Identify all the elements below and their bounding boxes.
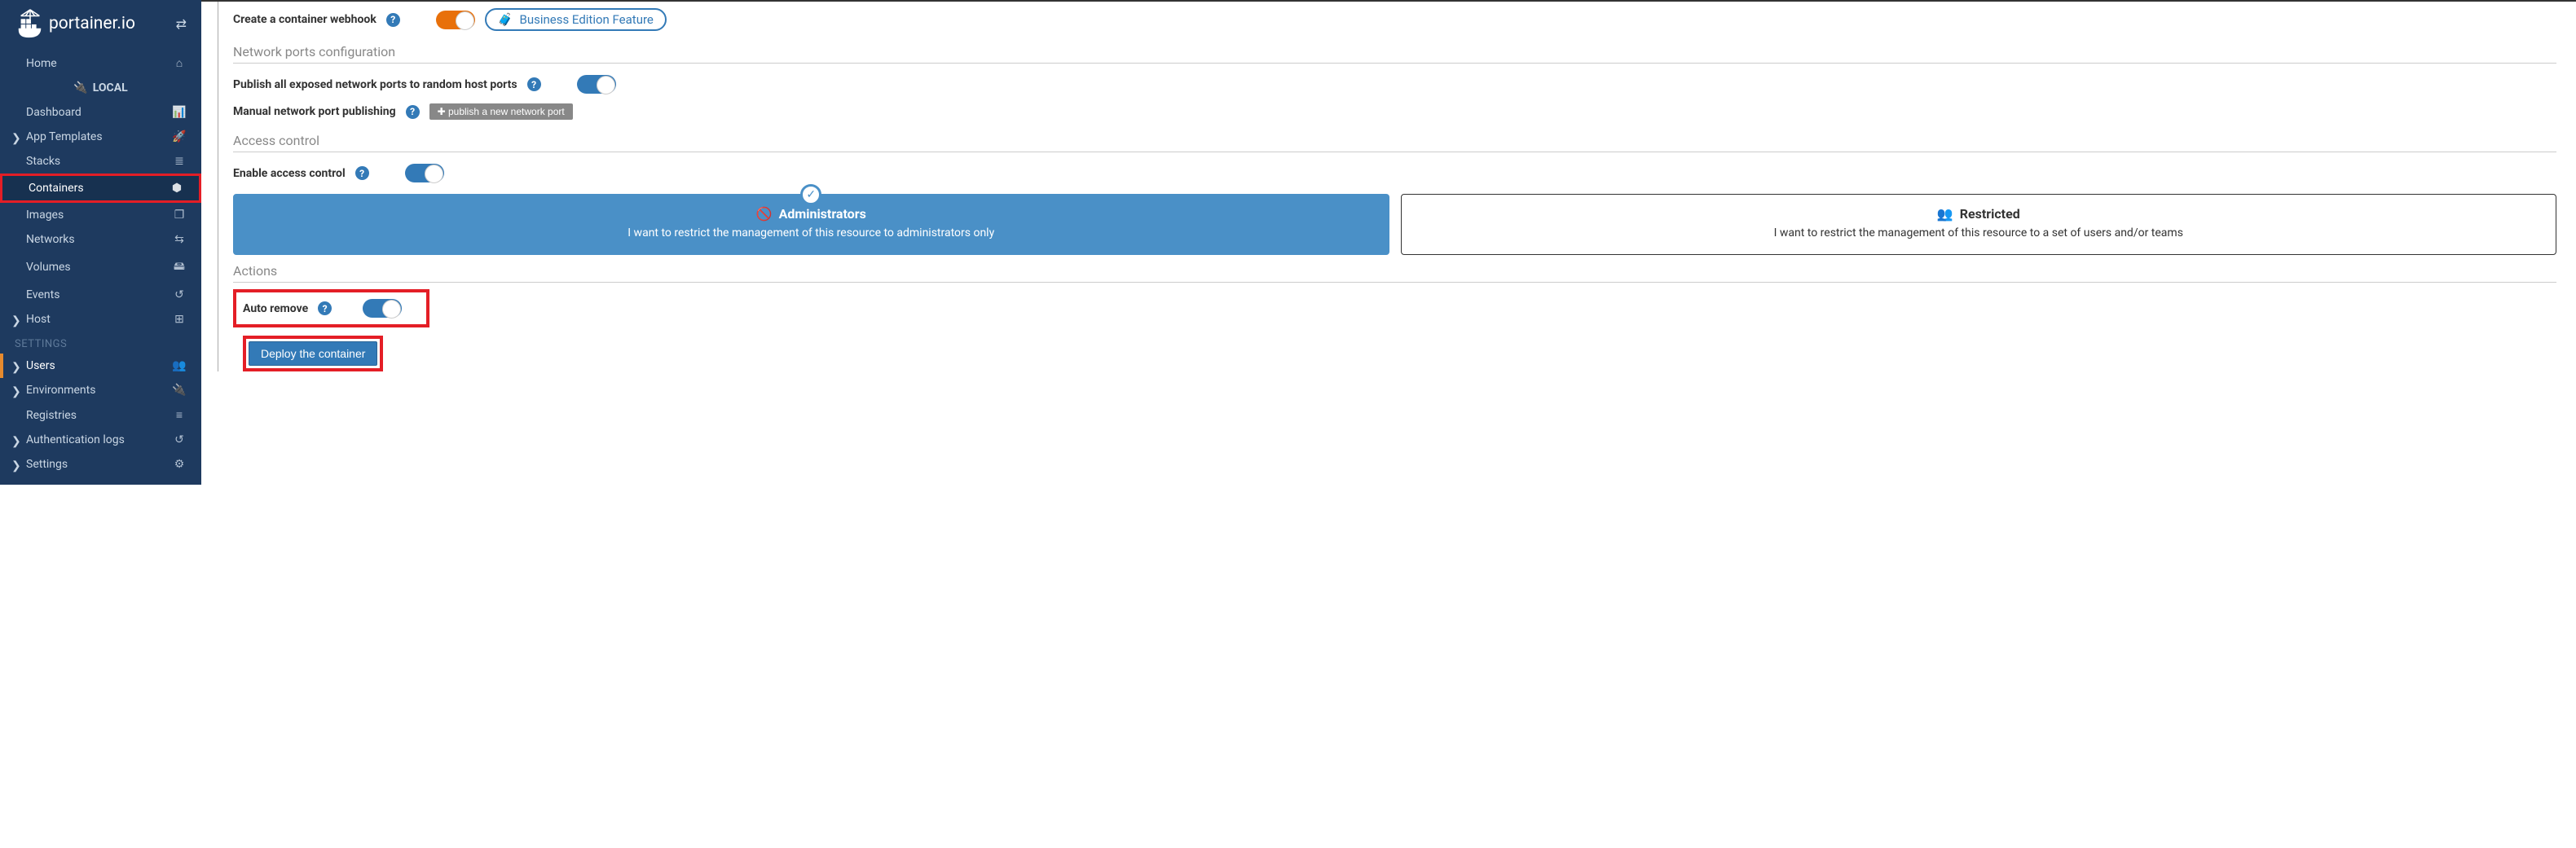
help-icon[interactable]: ? bbox=[318, 301, 332, 315]
manual-port-label: Manual network port publishing bbox=[233, 105, 396, 118]
check-icon: ✓ bbox=[800, 184, 821, 205]
dashboard-icon: 📊 bbox=[172, 106, 187, 119]
eye-off-icon: 🚫 bbox=[756, 206, 773, 222]
chevron-right-icon: ❯ bbox=[11, 361, 21, 374]
help-icon[interactable]: ? bbox=[355, 166, 369, 180]
home-icon: ⌂ bbox=[172, 56, 187, 70]
sidebar-item-settings[interactable]: Settings ⚙ bbox=[0, 452, 201, 477]
users-icon: 👥 bbox=[172, 359, 187, 372]
publish-port-button[interactable]: ✚ publish a new network port bbox=[429, 103, 573, 120]
env-label: LOCAL bbox=[93, 81, 128, 94]
webhook-label: Create a container webhook bbox=[233, 13, 376, 26]
card-admin-desc: I want to restrict the management of thi… bbox=[250, 226, 1372, 239]
enable-access-toggle[interactable] bbox=[405, 164, 444, 182]
card-admin-title: Administrators bbox=[779, 206, 866, 222]
help-icon[interactable]: ? bbox=[386, 13, 400, 27]
events-icon: ↺ bbox=[172, 288, 187, 301]
sidebar-item-dashboard[interactable]: Dashboard 📊 bbox=[0, 100, 201, 125]
sidebar-item-users[interactable]: Users 👥 bbox=[0, 354, 201, 378]
plug-icon: 🔌 bbox=[172, 384, 187, 397]
auto-remove-toggle[interactable] bbox=[363, 299, 402, 318]
settings-heading: SETTINGS bbox=[0, 332, 201, 354]
enable-access-label: Enable access control bbox=[233, 167, 346, 180]
sidebar-item-host[interactable]: Host ⊞ bbox=[0, 307, 201, 332]
section-access-title: Access control bbox=[233, 133, 2556, 148]
publish-all-toggle[interactable] bbox=[577, 75, 616, 94]
help-icon[interactable]: ? bbox=[406, 105, 420, 119]
sidebar-item-volumes[interactable]: Volumes 🖴 bbox=[0, 252, 201, 283]
main-content: Create a container webhook ? 🧳 Business … bbox=[201, 0, 2576, 485]
card-restricted-desc: I want to restrict the management of thi… bbox=[1418, 226, 2540, 239]
sidebar-item-events[interactable]: Events ↺ bbox=[0, 283, 201, 307]
divider bbox=[233, 63, 2556, 64]
chevron-right-icon: ❯ bbox=[11, 435, 21, 448]
deploy-btn-label: Deploy the container bbox=[261, 347, 365, 360]
section-actions-title: Actions bbox=[233, 263, 2556, 279]
sidebar-item-label: Settings bbox=[26, 458, 172, 471]
briefcase-icon: 🧳 bbox=[498, 12, 513, 27]
gear-icon: ⚙ bbox=[172, 458, 187, 471]
be-feature-text: Business Edition Feature bbox=[519, 12, 653, 27]
sidebar-item-auth-logs[interactable]: Authentication logs ↺ bbox=[0, 428, 201, 452]
publish-port-btn-label: publish a new network port bbox=[448, 106, 565, 117]
sidebar-item-images[interactable]: Images ❐ bbox=[0, 203, 201, 227]
sidebar-item-label: Images bbox=[26, 209, 172, 222]
access-card-restricted[interactable]: 👥 Restricted I want to restrict the mana… bbox=[1401, 194, 2557, 255]
deploy-button[interactable]: Deploy the container bbox=[249, 341, 377, 366]
section-network-title: Network ports configuration bbox=[233, 44, 2556, 59]
chevron-right-icon: ❯ bbox=[11, 132, 21, 145]
sidebar-item-label: Dashboard bbox=[26, 106, 172, 119]
business-edition-pill[interactable]: 🧳 Business Edition Feature bbox=[485, 8, 667, 31]
database-icon: ≡ bbox=[172, 408, 187, 422]
brand-text: portainer.io bbox=[49, 14, 135, 33]
chevron-right-icon: ❯ bbox=[11, 314, 21, 327]
containers-icon: ⬢ bbox=[170, 182, 184, 195]
sidebar-item-label: Volumes bbox=[26, 261, 172, 274]
sidebar-item-label: Registries bbox=[26, 409, 172, 422]
portainer-logo-icon bbox=[15, 8, 46, 39]
publish-all-label: Publish all exposed network ports to ran… bbox=[233, 78, 517, 91]
sidebar-item-containers[interactable]: Containers ⬢ bbox=[2, 176, 199, 200]
sidebar: portainer.io ⇄ Home ⌂ 🔌 LOCAL Dashboard … bbox=[0, 0, 201, 485]
images-icon: ❐ bbox=[172, 209, 187, 222]
sidebar-item-registries[interactable]: Registries ≡ bbox=[0, 402, 201, 428]
auto-remove-highlight: Auto remove ? bbox=[233, 289, 429, 327]
sidebar-item-home[interactable]: Home ⌂ bbox=[0, 51, 201, 76]
history-icon: ↺ bbox=[172, 433, 187, 446]
sidebar-item-networks[interactable]: Networks ⇆ bbox=[0, 227, 201, 252]
sidebar-item-label: App Templates bbox=[26, 130, 172, 143]
sidebar-item-app-templates[interactable]: App Templates 🚀 bbox=[0, 125, 201, 149]
sidebar-item-label: Users bbox=[26, 359, 172, 372]
sidebar-item-label: Containers bbox=[29, 182, 170, 195]
access-card-administrators[interactable]: ✓ 🚫 Administrators I want to restrict th… bbox=[233, 194, 1389, 255]
sidebar-item-label: Stacks bbox=[26, 155, 172, 168]
logo[interactable]: portainer.io bbox=[15, 8, 135, 39]
sidebar-item-label: Authentication logs bbox=[26, 433, 172, 446]
chevron-right-icon: ❯ bbox=[11, 385, 21, 398]
sidebar-item-label: Events bbox=[26, 288, 172, 301]
swap-icon[interactable]: ⇄ bbox=[176, 16, 187, 32]
networks-icon: ⇆ bbox=[172, 233, 187, 246]
sidebar-item-stacks[interactable]: Stacks ≣ bbox=[0, 149, 201, 174]
sidebar-item-label: Environments bbox=[26, 384, 172, 397]
sidebar-item-label: Networks bbox=[26, 233, 172, 246]
webhook-toggle[interactable] bbox=[436, 11, 475, 29]
volumes-icon: 🖴 bbox=[172, 257, 187, 277]
host-icon: ⊞ bbox=[172, 313, 187, 326]
card-restricted-title: Restricted bbox=[1960, 206, 2020, 222]
stacks-icon: ≣ bbox=[172, 155, 187, 168]
chevron-right-icon: ❯ bbox=[11, 459, 21, 472]
sidebar-item-label: Host bbox=[26, 313, 172, 326]
sidebar-item-environments[interactable]: Environments 🔌 bbox=[0, 378, 201, 402]
users-icon: 👥 bbox=[1937, 206, 1953, 222]
sidebar-env-local[interactable]: 🔌 LOCAL bbox=[0, 76, 201, 100]
help-icon[interactable]: ? bbox=[527, 77, 541, 91]
sidebar-item-label: Home bbox=[26, 57, 172, 70]
auto-remove-label: Auto remove bbox=[243, 302, 308, 315]
divider bbox=[233, 282, 2556, 283]
rocket-icon: 🚀 bbox=[172, 130, 187, 143]
deploy-highlight: Deploy the container bbox=[243, 336, 383, 371]
plug-icon: 🔌 bbox=[73, 81, 87, 94]
plus-icon: ✚ bbox=[438, 106, 448, 117]
